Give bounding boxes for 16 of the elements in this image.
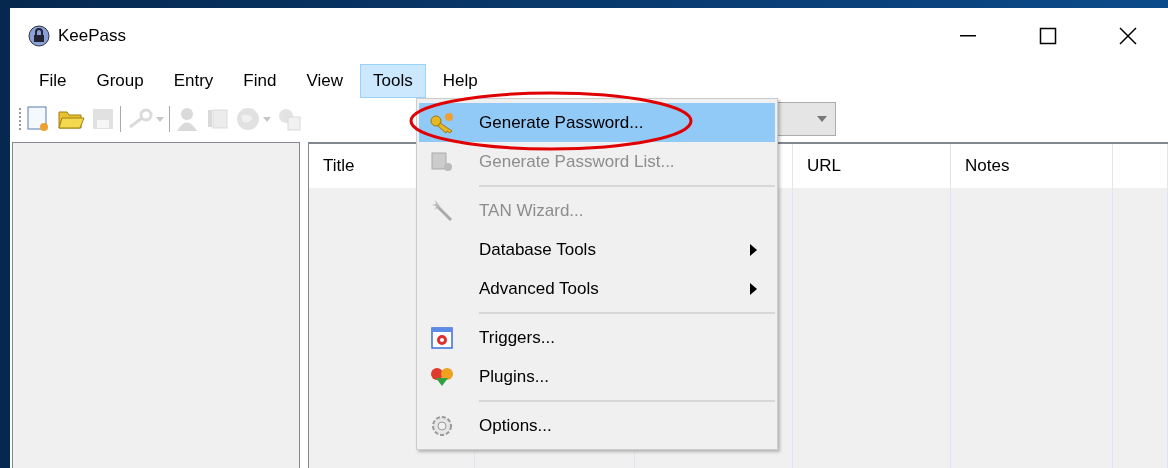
menu-bar-item[interactable]: Tools — [359, 64, 426, 98]
menu-bar-item[interactable]: View — [293, 64, 356, 98]
menu-item[interactable]: Generate Password... — [419, 103, 775, 142]
menu-bar-item[interactable]: Entry — [160, 64, 227, 98]
menu-bar-item[interactable]: Help — [429, 64, 491, 98]
menu-bar-item[interactable]: Group — [83, 64, 157, 98]
column-header[interactable]: URL — [793, 144, 951, 188]
menu-item[interactable]: Plugins... — [419, 357, 775, 396]
column-header[interactable]: Notes — [951, 144, 1113, 188]
window-title: KeePass — [58, 26, 127, 46]
menu-bar-item[interactable]: File — [26, 64, 80, 98]
menu-bar-item[interactable]: Find — [230, 64, 290, 98]
menu-item[interactable]: Advanced Tools — [419, 269, 775, 308]
menu-item[interactable]: Triggers... — [419, 318, 775, 357]
menu-item[interactable]: Options... — [419, 406, 775, 445]
menu-item[interactable]: Database Tools — [419, 230, 775, 269]
